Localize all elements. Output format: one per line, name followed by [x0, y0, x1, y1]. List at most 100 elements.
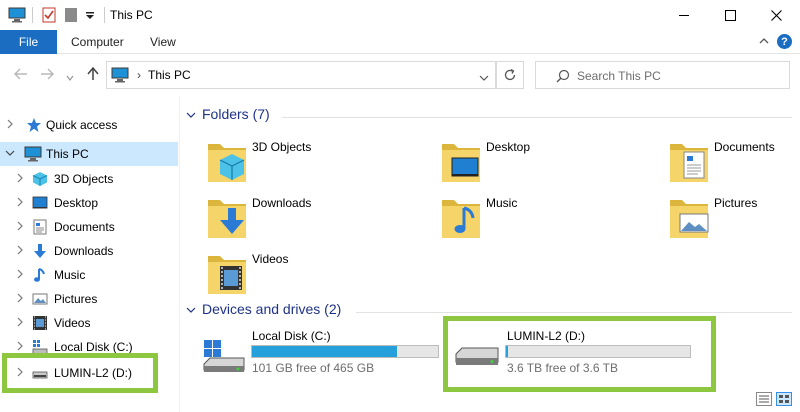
3d-objects-icon	[32, 171, 48, 187]
customize-quick-access-icon[interactable]	[85, 10, 95, 24]
sidebar-item-desktop[interactable]: Desktop	[0, 191, 178, 215]
address-row: › This PC Search This PC	[0, 54, 800, 96]
search-input[interactable]: Search This PC	[577, 69, 661, 83]
properties-icon[interactable]	[42, 7, 56, 26]
expand-chevron-icon[interactable]	[14, 269, 26, 282]
folder-documents[interactable]: Documents	[668, 138, 800, 190]
collapse-chevron-icon[interactable]	[186, 106, 196, 122]
breadcrumb-chevron-icon[interactable]: ›	[137, 68, 141, 82]
recent-locations-icon[interactable]	[66, 69, 74, 85]
drive-name: Local Disk (C:)	[252, 329, 331, 343]
sidebar-item-label: Downloads	[54, 244, 114, 258]
pane-divider[interactable]	[179, 96, 180, 412]
collapse-chevron-icon[interactable]	[4, 149, 16, 160]
sidebar-item-this-pc[interactable]: This PC	[0, 142, 178, 166]
expand-chevron-icon[interactable]	[14, 245, 26, 258]
section-title: Devices and drives (2)	[202, 301, 342, 317]
collapse-chevron-icon[interactable]	[186, 301, 196, 317]
sidebar-item-label: Pictures	[54, 292, 98, 306]
desktop-icon	[32, 195, 48, 211]
sidebar-item-pictures[interactable]: Pictures	[0, 287, 178, 311]
folder-label: Documents	[714, 140, 775, 154]
breadcrumb[interactable]: This PC	[148, 68, 191, 82]
drive-free-space: 101 GB free of 465 GB	[252, 361, 375, 375]
sidebar-item-3d-objects[interactable]: 3D Objects	[0, 167, 178, 191]
pictures-icon	[32, 291, 48, 307]
close-icon	[770, 9, 782, 21]
folder-label: Music	[486, 196, 518, 210]
expand-chevron-icon[interactable]	[4, 119, 16, 132]
sidebar-item-label: 3D Objects	[54, 172, 114, 186]
sidebar-item-label: Music	[54, 268, 86, 282]
sidebar-item-documents[interactable]: Documents	[0, 215, 178, 239]
tab-computer[interactable]: Computer	[71, 30, 124, 54]
back-arrow-icon[interactable]	[14, 67, 28, 83]
computer-icon	[24, 146, 42, 162]
folder-label: Desktop	[486, 140, 531, 154]
pictures-icon	[670, 200, 709, 238]
sidebar-item-label: Desktop	[54, 196, 99, 210]
music-icon	[32, 267, 48, 283]
sidebar-item-label: Documents	[54, 220, 115, 234]
expand-ribbon-icon[interactable]	[758, 35, 770, 50]
folder-label: Pictures	[714, 196, 758, 210]
computer-icon[interactable]	[8, 7, 26, 26]
highlight-box-drive	[443, 316, 716, 392]
star-icon	[26, 117, 42, 133]
drive-local-disk-c[interactable]: Local Disk (C:) 101 GB free of 465 GB	[198, 326, 442, 390]
folder-3d-objects[interactable]: 3D Objects	[206, 138, 434, 190]
up-arrow-icon[interactable]	[87, 66, 99, 84]
close-button[interactable]	[753, 0, 799, 30]
folder-music[interactable]: Music	[440, 194, 668, 246]
minimize-icon	[679, 15, 689, 16]
new-folder-icon[interactable]	[64, 7, 78, 26]
sidebar-item-label: Quick access	[46, 118, 118, 132]
drive-icon	[203, 340, 245, 372]
chevron-down-icon[interactable]	[479, 71, 489, 85]
sidebar-item-downloads[interactable]: Downloads	[0, 239, 178, 263]
drive-usage-bar	[251, 345, 439, 358]
sidebar-item-quick-access[interactable]: Quick access	[0, 113, 178, 137]
sidebar-item-videos[interactable]: Videos	[0, 311, 178, 335]
section-header-devices[interactable]: Devices and drives (2)	[186, 301, 341, 317]
section-title: Folders (7)	[202, 106, 270, 122]
sidebar-item-label: Local Disk (C:)	[54, 340, 133, 354]
sidebar-item-label: Videos	[54, 316, 91, 330]
expand-chevron-icon[interactable]	[14, 341, 26, 354]
expand-chevron-icon[interactable]	[14, 293, 26, 306]
search-box[interactable]: Search This PC	[535, 61, 790, 89]
section-divider	[356, 312, 792, 313]
3d-objects-icon	[208, 144, 246, 182]
expand-chevron-icon[interactable]	[14, 317, 26, 330]
documents-icon	[670, 144, 708, 182]
folder-desktop[interactable]: Desktop	[440, 138, 668, 190]
window-title: This PC	[110, 8, 153, 22]
drive-usage-fill	[252, 346, 398, 357]
downloads-icon	[32, 243, 48, 259]
videos-icon	[32, 315, 48, 331]
expand-chevron-icon[interactable]	[14, 221, 26, 234]
sidebar-item-music[interactable]: Music	[0, 263, 178, 287]
ribbon: File Computer View ?	[0, 30, 800, 54]
section-header-folders[interactable]: Folders (7)	[186, 106, 270, 122]
expand-chevron-icon[interactable]	[14, 173, 26, 186]
refresh-button[interactable]	[496, 61, 524, 89]
tab-file[interactable]: File	[0, 30, 57, 54]
large-icons-view-icon[interactable]	[776, 392, 792, 406]
folder-videos[interactable]: Videos	[206, 250, 434, 302]
documents-icon	[32, 219, 48, 235]
tab-view[interactable]: View	[150, 30, 176, 54]
expand-chevron-icon[interactable]	[14, 197, 26, 210]
maximize-button[interactable]	[707, 0, 753, 30]
desktop-icon	[442, 144, 480, 182]
section-divider	[282, 117, 792, 118]
details-view-icon[interactable]	[756, 392, 772, 406]
minimize-button[interactable]	[661, 0, 707, 30]
title-bar: This PC	[0, 0, 800, 30]
forward-arrow-icon[interactable]	[40, 67, 54, 83]
address-bar[interactable]: › This PC	[106, 61, 496, 89]
help-icon[interactable]: ?	[777, 34, 792, 49]
folder-pictures[interactable]: Pictures	[668, 194, 800, 246]
folder-label: Downloads	[252, 196, 312, 210]
folder-downloads[interactable]: Downloads	[206, 194, 434, 246]
